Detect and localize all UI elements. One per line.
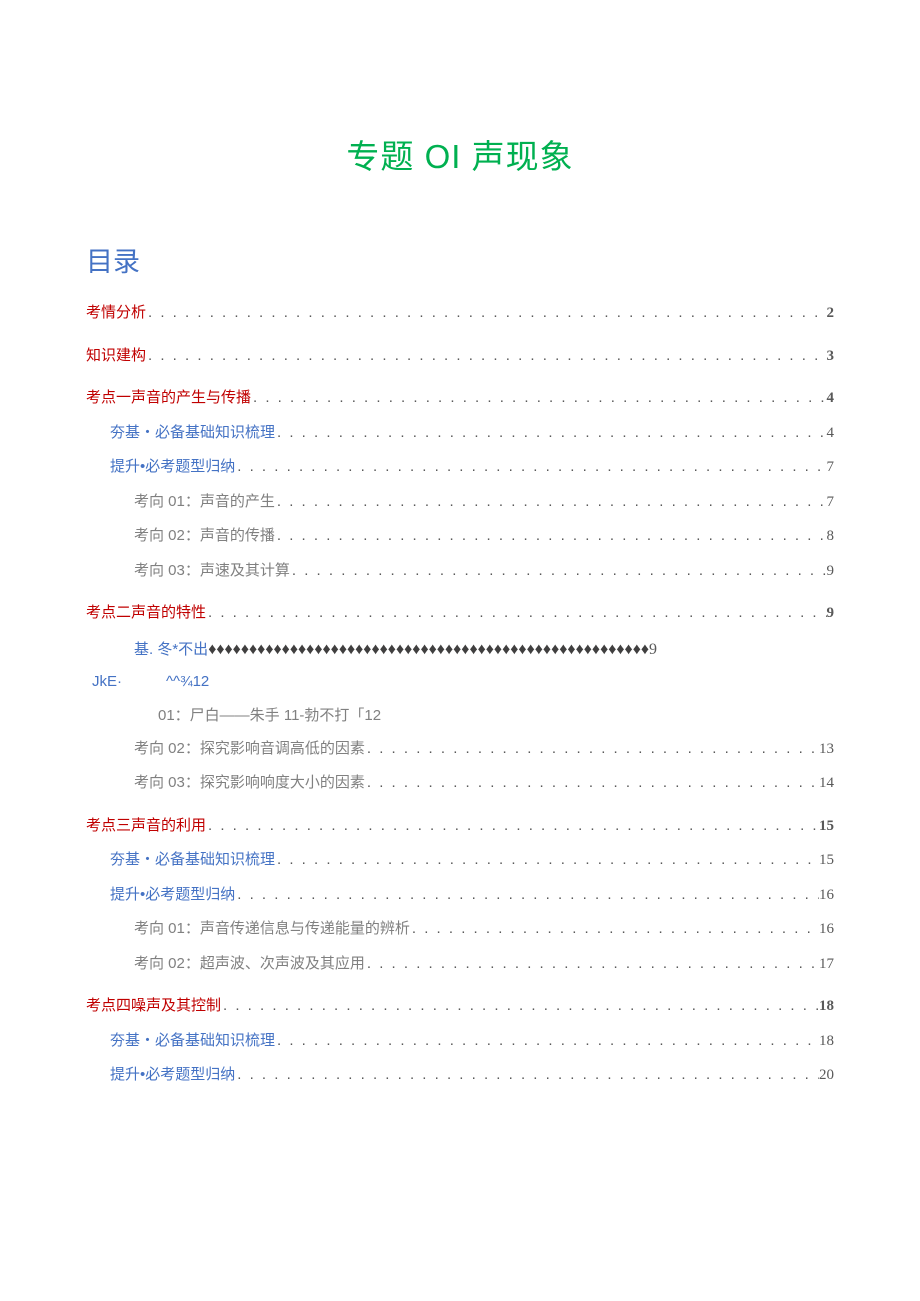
toc-leader: . . . . . . . . . . . . . . . . . . . . …: [275, 423, 826, 443]
toc-page: 16: [819, 920, 834, 940]
toc-entry[interactable]: 考向 01：声音传递信息与传递能量的辨析 . . . . . . . . . .…: [86, 919, 834, 940]
toc-leader: . . . . . . . . . . . . . . . . . . . . …: [206, 603, 826, 623]
toc-leader: . . . . . . . . . . . . . . . . . . . . …: [275, 1031, 819, 1051]
toc-leader: . . . . . . . . . . . . . . . . . . . . …: [275, 850, 819, 870]
toc-entry[interactable]: 考向 02：超声波、次声波及其应用 . . . . . . . . . . . …: [86, 954, 834, 975]
toc-label: 考点二声音的特性: [86, 603, 206, 623]
toc-page: 16: [819, 886, 834, 906]
toc-page: 9: [827, 604, 835, 624]
toc-leader: . . . . . . . . . . . . . . . . . . . . …: [206, 816, 819, 836]
toc-page: 17: [819, 955, 834, 975]
table-of-contents: 考情分析 . . . . . . . . . . . . . . . . . .…: [86, 303, 834, 1086]
toc-entry[interactable]: 考点一声音的产生与传播 . . . . . . . . . . . . . . …: [86, 388, 834, 409]
toc-entry[interactable]: 考向 01：声音的产生 . . . . . . . . . . . . . . …: [86, 492, 834, 513]
toc-entry[interactable]: 考点三声音的利用 . . . . . . . . . . . . . . . .…: [86, 816, 834, 837]
toc-page: 2: [827, 304, 835, 324]
toc-label: ^^¾12: [166, 673, 209, 690]
toc-label: 01：尸白——朱手 11-勃不打「12: [158, 707, 381, 724]
toc-leader: . . . . . . . . . . . . . . . . . . . . …: [235, 885, 819, 905]
toc-page: 4: [827, 424, 835, 444]
toc-label: 提升•必考题型归纳: [110, 457, 235, 477]
toc-entry[interactable]: 知识建构 . . . . . . . . . . . . . . . . . .…: [86, 346, 834, 367]
toc-page: 18: [819, 1032, 834, 1052]
toc-leader: . . . . . . . . . . . . . . . . . . . . …: [221, 996, 819, 1016]
toc-label: 考向 01：声音传递信息与传递能量的辨析: [134, 919, 410, 939]
toc-page: 4: [827, 389, 835, 409]
toc-label: 考点四噪声及其控制: [86, 996, 221, 1016]
toc-leader: . . . . . . . . . . . . . . . . . . . . …: [365, 773, 819, 793]
toc-page: 7: [827, 458, 835, 478]
toc-entry[interactable]: 提升•必考题型归纳 . . . . . . . . . . . . . . . …: [86, 1065, 834, 1086]
toc-label: 考向 03：声速及其计算: [134, 561, 290, 581]
toc-page: 18: [819, 997, 834, 1017]
toc-page: 9: [827, 562, 835, 582]
toc-leader: . . . . . . . . . . . . . . . . . . . . …: [146, 346, 826, 366]
toc-entry[interactable]: 考向 03：声速及其计算 . . . . . . . . . . . . . .…: [86, 561, 834, 582]
toc-label: JkE·: [92, 673, 122, 690]
toc-label: 考向 02：探究影响音调高低的因素: [134, 739, 365, 759]
toc-label: 提升•必考题型归纳: [110, 1065, 235, 1085]
toc-heading: 目录: [86, 240, 834, 279]
toc-leader: . . . . . . . . . . . . . . . . . . . . …: [365, 954, 819, 974]
toc-leader: . . . . . . . . . . . . . . . . . . . . …: [235, 1065, 819, 1085]
toc-label: 基. 冬*不出: [134, 641, 208, 658]
toc-entry[interactable]: 考点二声音的特性 . . . . . . . . . . . . . . . .…: [86, 603, 834, 624]
toc-entry[interactable]: 考向 03：探究影响响度大小的因素 . . . . . . . . . . . …: [86, 773, 834, 794]
toc-label: 考点一声音的产生与传播: [86, 388, 251, 408]
toc-label: 考情分析: [86, 303, 146, 323]
toc-label: 考向 02：超声波、次声波及其应用: [134, 954, 365, 974]
toc-leader: ♦♦♦♦♦♦♦♦♦♦♦♦♦♦♦♦♦♦♦♦♦♦♦♦♦♦♦♦♦♦♦♦♦♦♦♦♦♦♦♦…: [208, 641, 649, 658]
toc-leader: . . . . . . . . . . . . . . . . . . . . …: [275, 526, 827, 546]
toc-page: 15: [819, 851, 834, 871]
toc-label: 考向 01：声音的产生: [134, 492, 275, 512]
toc-leader: . . . . . . . . . . . . . . . . . . . . …: [275, 492, 827, 512]
toc-leader: . . . . . . . . . . . . . . . . . . . . …: [365, 739, 819, 759]
toc-page: 8: [827, 527, 835, 547]
toc-label: 夯基・必备基础知识梳理: [110, 1031, 275, 1051]
toc-leader: . . . . . . . . . . . . . . . . . . . . …: [235, 457, 826, 477]
toc-label: 夯基・必备基础知识梳理: [110, 423, 275, 443]
toc-entry[interactable]: 考向 02：声音的传播 . . . . . . . . . . . . . . …: [86, 526, 834, 547]
toc-entry[interactable]: 夯基・必备基础知识梳理 . . . . . . . . . . . . . . …: [86, 1031, 834, 1052]
toc-label: 夯基・必备基础知识梳理: [110, 850, 275, 870]
toc-entry-garbled[interactable]: 01：尸白——朱手 11-勃不打「12: [86, 704, 834, 725]
toc-entry[interactable]: 夯基・必备基础知识梳理 . . . . . . . . . . . . . . …: [86, 850, 834, 871]
toc-entry-garbled[interactable]: 基. 冬*不出♦♦♦♦♦♦♦♦♦♦♦♦♦♦♦♦♦♦♦♦♦♦♦♦♦♦♦♦♦♦♦♦♦…: [86, 638, 834, 659]
toc-leader: . . . . . . . . . . . . . . . . . . . . …: [146, 303, 826, 323]
toc-page: 13: [819, 740, 834, 760]
toc-page: 9: [649, 641, 657, 658]
toc-entry[interactable]: 提升•必考题型归纳 . . . . . . . . . . . . . . . …: [86, 457, 834, 478]
toc-label: 提升•必考题型归纳: [110, 885, 235, 905]
toc-entry-garbled[interactable]: JkE· ^^¾12: [86, 673, 834, 690]
toc-page: 14: [819, 774, 834, 794]
toc-page: 20: [819, 1066, 834, 1086]
toc-page: 3: [827, 347, 835, 367]
document-title: 专题 OI 声现象: [86, 130, 834, 178]
toc-leader: . . . . . . . . . . . . . . . . . . . . …: [410, 919, 819, 939]
toc-label: 考点三声音的利用: [86, 816, 206, 836]
toc-page: 7: [827, 493, 835, 513]
toc-entry[interactable]: 考情分析 . . . . . . . . . . . . . . . . . .…: [86, 303, 834, 324]
toc-entry[interactable]: 夯基・必备基础知识梳理 . . . . . . . . . . . . . . …: [86, 423, 834, 444]
toc-label: 考向 03：探究影响响度大小的因素: [134, 773, 365, 793]
toc-label: 考向 02：声音的传播: [134, 526, 275, 546]
toc-label: 知识建构: [86, 346, 146, 366]
toc-page: 15: [819, 817, 834, 837]
toc-entry[interactable]: 考点四噪声及其控制 . . . . . . . . . . . . . . . …: [86, 996, 834, 1017]
toc-entry[interactable]: 提升•必考题型归纳 . . . . . . . . . . . . . . . …: [86, 885, 834, 906]
toc-leader: . . . . . . . . . . . . . . . . . . . . …: [290, 561, 827, 581]
toc-entry[interactable]: 考向 02：探究影响音调高低的因素 . . . . . . . . . . . …: [86, 739, 834, 760]
toc-leader: . . . . . . . . . . . . . . . . . . . . …: [251, 388, 826, 408]
